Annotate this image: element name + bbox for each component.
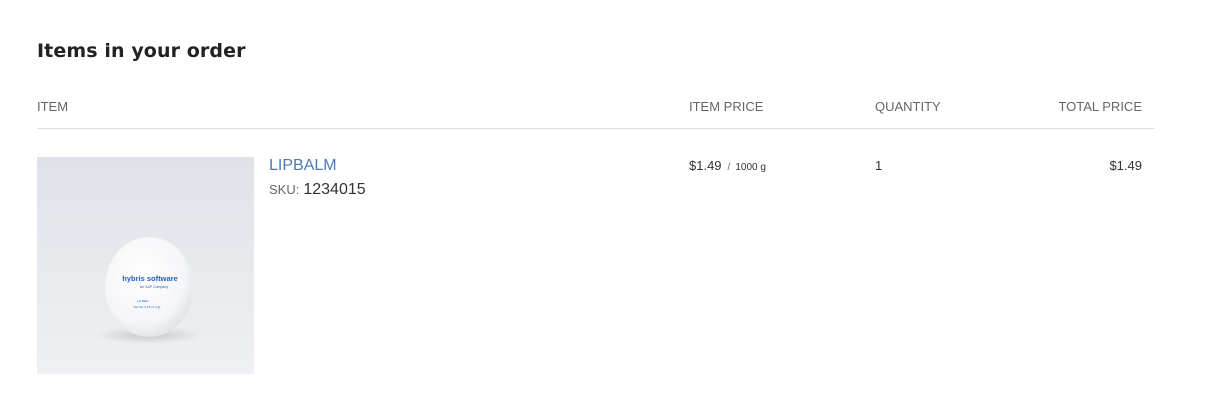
image-product-text: Lip Balm [137, 299, 149, 303]
item-price: $1.49 / 1000 g [689, 158, 766, 173]
image-brand-text: hybris software [122, 274, 177, 283]
price-unit-separator: / [727, 162, 731, 173]
header-divider [37, 128, 1154, 129]
image-tagline-text: An SAP Company [140, 285, 168, 289]
column-header-item-price: ITEM PRICE [689, 99, 764, 114]
order-items-title: Items in your order [37, 40, 246, 62]
product-name-link[interactable]: LIPBALM [269, 157, 337, 175]
column-header-total-price: TOTAL PRICE [1058, 99, 1142, 114]
image-detail-text: Net Wt. 0.15 oz (7g) [134, 305, 161, 309]
item-price-value: $1.49 [689, 158, 722, 173]
column-header-quantity: QUANTITY [875, 99, 941, 114]
column-header-item: ITEM [37, 99, 69, 114]
item-quantity: 1 [875, 158, 883, 173]
product-sku: SKU: 1234015 [269, 181, 366, 199]
sku-value: 1234015 [303, 181, 366, 198]
item-total-price: $1.49 [1109, 158, 1142, 173]
price-unit: 1000 g [735, 162, 766, 173]
sku-label: SKU: [269, 182, 300, 197]
product-image[interactable]: hybris software An SAP Company Lip Balm … [37, 157, 254, 374]
